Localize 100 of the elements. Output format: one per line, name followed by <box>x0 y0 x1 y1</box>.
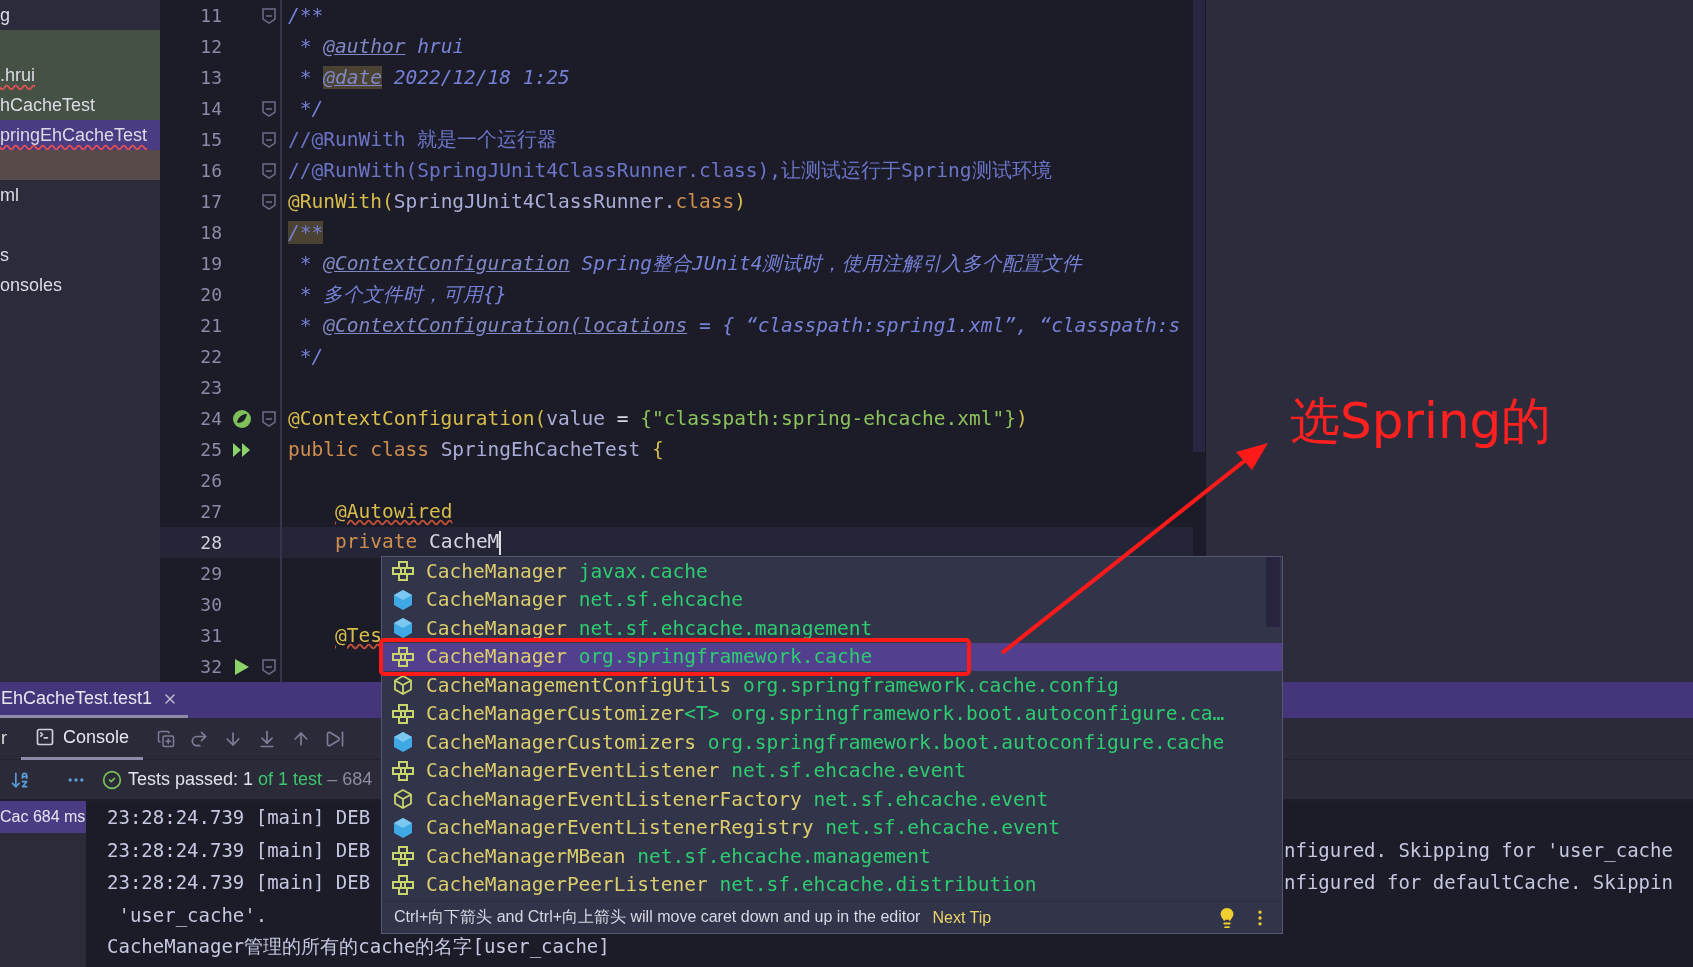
completion-text: CacheManagerEventListener net.sf.ehcache.event <box>426 759 967 783</box>
blocks-icon <box>392 874 414 895</box>
tree-item[interactable]: g <box>0 0 160 30</box>
code-line: public class SpringEhCacheTest { <box>288 438 664 461</box>
line-number: 25 <box>200 439 222 460</box>
completion-item[interactable]: CacheManagerEventListenerRegistry net.sf.ehcache.event <box>382 813 1282 842</box>
fold-icon[interactable] <box>262 7 276 24</box>
fold-icon[interactable] <box>262 193 276 210</box>
tree-item[interactable]: .hrui <box>0 60 160 90</box>
code-line: private CacheM <box>335 530 502 555</box>
cube-icon <box>392 731 414 754</box>
blocks-icon <box>392 703 414 724</box>
fold-icon[interactable] <box>262 410 276 427</box>
code-line: * @ContextConfiguration Spring整合JUnit4测试时，使用注解引入多个配置文件 <box>298 251 1083 277</box>
leaf-icon[interactable] <box>232 408 252 429</box>
step-over-icon[interactable] <box>189 728 210 749</box>
completion-item[interactable]: CacheManagerCustomizer<T> org.springframework.boot.autoconfigure.ca… <box>382 699 1282 728</box>
terminal-icon <box>35 727 55 747</box>
fold-icon[interactable] <box>262 131 276 148</box>
completion-item[interactable]: CacheManager net.sf.ehcache <box>382 585 1282 614</box>
line-number: 12 <box>200 36 222 57</box>
tree-item[interactable]: hCacheTest <box>0 90 160 120</box>
line-number: 15 <box>200 129 222 150</box>
cube-outline-icon <box>392 674 414 697</box>
code-line: //@RunWith(SpringJUnit4ClassRunner.class),让测试运行于Spring测试环境 <box>288 158 1052 184</box>
cube-icon <box>392 588 414 611</box>
blocks-icon <box>392 646 414 667</box>
double-play-icon[interactable] <box>232 441 252 458</box>
completion-item[interactable]: CacheManagerMBean net.sf.ehcache.management <box>382 842 1282 871</box>
code-line: /** <box>288 4 324 27</box>
tree-item[interactable]: ml <box>0 180 160 210</box>
completion-text: CacheManagerEventListenerRegistry net.sf.ehcache.event <box>426 816 1060 840</box>
code-line: * 多个文件时，可用{} <box>298 282 507 308</box>
code-line: //@RunWith 就是一个运行器 <box>288 127 558 153</box>
line-number: 26 <box>200 470 222 491</box>
log-line: 'user_cache'. <box>117 903 268 926</box>
completion-item[interactable]: CacheManagerPeerListener net.sf.ehcache.distribution <box>382 870 1282 899</box>
line-number: 29 <box>200 563 222 584</box>
completion-text: CacheManager net.sf.ehcache <box>426 588 743 612</box>
tree-item[interactable]: onsoles <box>0 270 160 300</box>
cube-icon <box>392 617 414 640</box>
toolbar-label: r <box>1 728 7 749</box>
line-number: 23 <box>200 377 222 398</box>
completion-text: CacheManagerMBean net.sf.ehcache.management <box>426 844 931 868</box>
blocks-icon <box>392 760 414 781</box>
layout-icon[interactable] <box>157 729 176 748</box>
log-line: nfigured. Skipping for 'user_cache <box>1284 838 1673 861</box>
completion-item[interactable]: CacheManager javax.cache <box>382 557 1282 586</box>
completion-text: CacheManager net.sf.ehcache.management <box>426 616 873 640</box>
completion-item[interactable]: CacheManagerEventListenerFactory net.sf.ehcache.event <box>382 785 1282 814</box>
blocks-icon <box>392 561 414 582</box>
check-icon <box>102 769 122 790</box>
line-number: 17 <box>200 191 222 212</box>
completion-text: CacheManager javax.cache <box>426 559 708 583</box>
fold-icon[interactable] <box>262 100 276 117</box>
tree-item[interactable]: pringEhCacheTest <box>0 120 160 150</box>
line-number: 20 <box>200 284 222 305</box>
code-line: * @date 2022/12/18 1:25 <box>298 66 570 89</box>
blocks-icon <box>392 846 414 867</box>
play-icon[interactable] <box>234 657 250 676</box>
completion-item[interactable]: CacheManagementConfigUtils org.springframework.cache.config <box>382 671 1282 700</box>
log-line: CacheManager管理的所有的cache的名字[user_cache] <box>107 934 610 960</box>
cube-outline-icon <box>392 788 414 811</box>
line-number: 28 <box>200 532 222 553</box>
line-number: 19 <box>200 253 222 274</box>
scrollbar[interactable] <box>1193 0 1205 452</box>
test-tree-item[interactable]: Cac 684 ms <box>0 801 86 833</box>
completion-item[interactable]: CacheManager org.springframework.cache <box>382 642 1282 671</box>
line-number: 24 <box>200 408 222 429</box>
log-line: 23:28:24.739 [main] DEB <box>107 871 371 894</box>
code-line: */ <box>298 345 324 368</box>
log-line: nfigured for defaultCache. Skippin <box>1284 871 1673 894</box>
annotation-text: 选Spring的 <box>1290 391 1552 452</box>
log-line: 23:28:24.739 [main] DEB <box>107 838 371 861</box>
next-tip-link[interactable]: Next Tip <box>932 908 992 927</box>
scrollbar[interactable] <box>1266 557 1280 627</box>
completion-text: CacheManagerEventListenerFactory net.sf.ehcache.event <box>426 787 1049 811</box>
fold-icon[interactable] <box>262 162 276 179</box>
completion-text: CacheManagerCustomizer<T> org.springframework.boot.autoconfigure.ca… <box>426 702 1225 726</box>
line-number: 22 <box>200 346 222 367</box>
completion-text: CacheManagementConfigUtils org.springframework.cache.config <box>426 673 1119 697</box>
cube-icon <box>392 816 414 839</box>
tree-item[interactable]: s <box>0 240 160 270</box>
completion-text: CacheManager org.springframework.cache <box>426 645 873 669</box>
line-number: 31 <box>200 625 222 646</box>
line-number: 18 <box>200 222 222 243</box>
completion-item[interactable]: CacheManager net.sf.ehcache.management <box>382 614 1282 643</box>
fold-icon[interactable] <box>262 658 276 675</box>
completion-item[interactable]: CacheManagerCustomizers org.springframework.boot.autoconfigure.cache <box>382 728 1282 757</box>
line-number: 27 <box>200 501 222 522</box>
completion-item[interactable]: CacheManagerEventListener net.sf.ehcache.event <box>382 756 1282 785</box>
line-number: 21 <box>200 315 222 336</box>
tests-status: Tests passed: 1 of 1 test – 684 <box>128 769 373 790</box>
code-line: * @author hrui <box>298 35 465 58</box>
line-number: 11 <box>200 5 222 26</box>
line-number: 14 <box>200 98 222 119</box>
tip-text: Ctrl+向下箭头 and Ctrl+向上箭头 will move caret down and up in the editor <box>394 907 921 927</box>
line-number: 13 <box>200 67 222 88</box>
completion-text: CacheManagerCustomizers org.springframework.boot.autoconfigure.cache <box>426 730 1225 754</box>
code-line: @RunWith(SpringJUnit4ClassRunner.class) <box>288 190 746 213</box>
